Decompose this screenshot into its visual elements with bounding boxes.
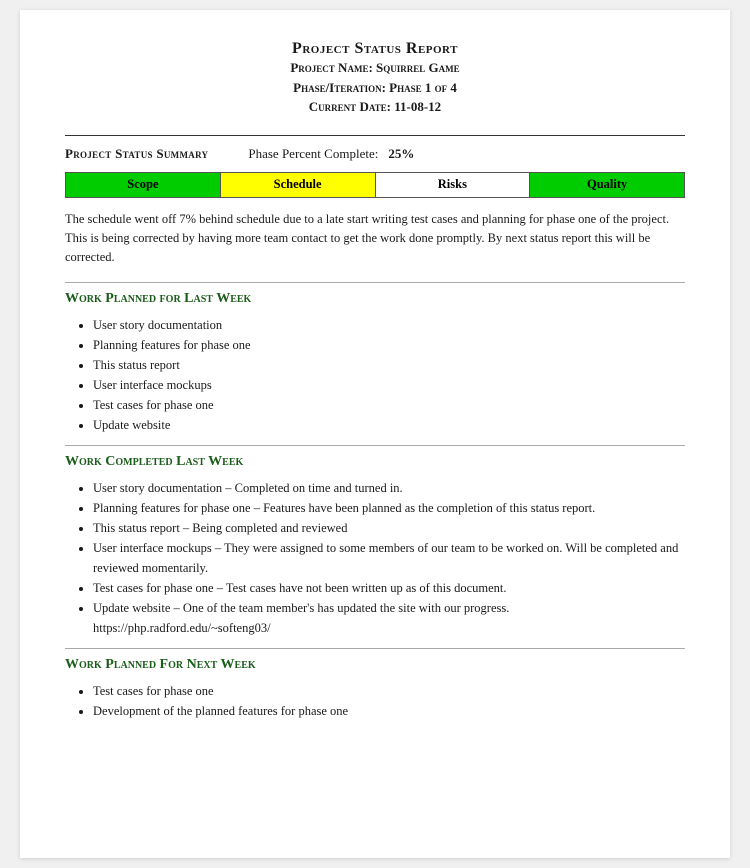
list-item: User interface mockups – They were assig… <box>93 538 685 578</box>
status-bar-risks: Risks <box>376 173 531 197</box>
work-planned-next-week-list: Test cases for phase one Development of … <box>93 681 685 721</box>
header-divider <box>65 135 685 136</box>
work-completed-last-week-section: Work Completed Last Week User story docu… <box>65 454 685 638</box>
work-completed-last-week-title: Work Completed Last Week <box>65 454 685 470</box>
project-name: Project Name: Squirrel Game <box>65 58 685 78</box>
header: Project Status Report Project Name: Squi… <box>65 40 685 117</box>
list-item: Update website <box>93 415 685 435</box>
phase-percent-label: Phase Percent Complete: <box>248 146 378 162</box>
phase-percent-value: 25% <box>388 146 414 162</box>
page-title: Project Status Report <box>65 40 685 58</box>
page: Project Status Report Project Name: Squi… <box>20 10 730 858</box>
work-planned-next-week-title: Work Planned For Next Week <box>65 657 685 673</box>
list-item: Planning features for phase one <box>93 335 685 355</box>
list-item: Planning features for phase one – Featur… <box>93 498 685 518</box>
list-item: User story documentation – Completed on … <box>93 478 685 498</box>
current-date: Current Date: 11-08-12 <box>65 97 685 117</box>
status-bar-schedule: Schedule <box>221 173 376 197</box>
work-planned-last-week-list: User story documentation Planning featur… <box>93 315 685 435</box>
work-planned-last-week-section: Work Planned for Last Week User story do… <box>65 291 685 435</box>
work-planned-last-week-title: Work Planned for Last Week <box>65 291 685 307</box>
status-bar: Scope Schedule Risks Quality <box>65 172 685 198</box>
list-item: Test cases for phase one <box>93 395 685 415</box>
section-divider-1 <box>65 282 685 283</box>
section-divider-3 <box>65 648 685 649</box>
list-item: Update website – One of the team member'… <box>93 598 685 638</box>
work-planned-next-week-section: Work Planned For Next Week Test cases fo… <box>65 657 685 721</box>
status-bar-scope: Scope <box>66 173 221 197</box>
list-item: User interface mockups <box>93 375 685 395</box>
work-completed-last-week-list: User story documentation – Completed on … <box>93 478 685 638</box>
summary-text: The schedule went off 7% behind schedule… <box>65 210 685 268</box>
list-item: Test cases for phase one <box>93 681 685 701</box>
list-item: Test cases for phase one – Test cases ha… <box>93 578 685 598</box>
section-divider-2 <box>65 445 685 446</box>
phase-iteration: Phase/Iteration: Phase 1 of 4 <box>65 78 685 98</box>
list-item: User story documentation <box>93 315 685 335</box>
list-item: Development of the planned features for … <box>93 701 685 721</box>
status-summary-label: Project Status Summary <box>65 146 208 162</box>
list-item: This status report – Being completed and… <box>93 518 685 538</box>
status-bar-quality: Quality <box>530 173 684 197</box>
list-item: This status report <box>93 355 685 375</box>
status-summary-row: Project Status Summary Phase Percent Com… <box>65 146 685 162</box>
